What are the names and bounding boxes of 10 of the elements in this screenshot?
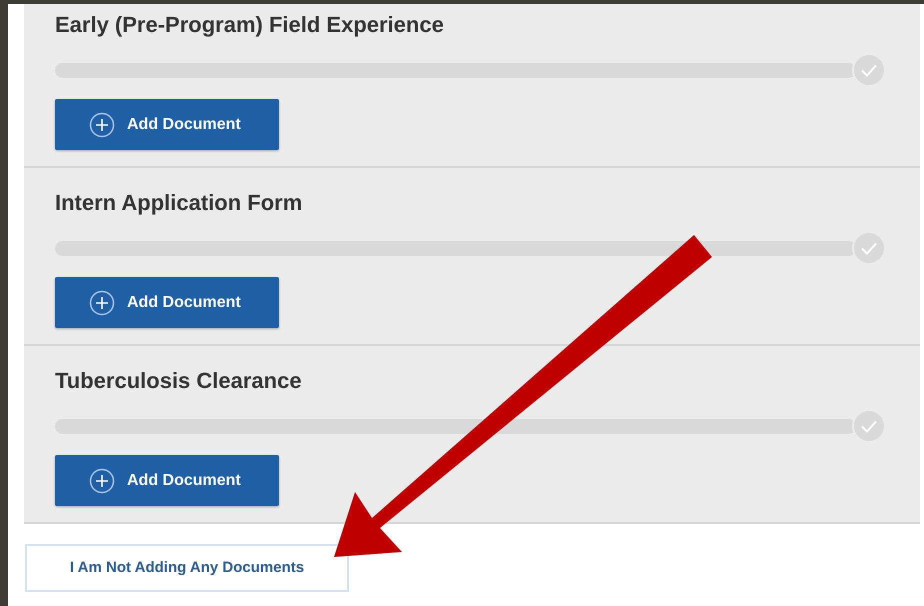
section-title: Intern Application Form — [55, 189, 304, 217]
plus-icon — [89, 468, 115, 494]
add-document-button[interactable]: Add Document — [55, 455, 279, 506]
not-adding-documents-button[interactable]: I Am Not Adding Any Documents — [25, 544, 349, 592]
add-document-button[interactable]: Add Document — [55, 277, 279, 328]
add-document-button[interactable]: Add Document — [55, 99, 279, 150]
section-title: Early (Pre-Program) Field Experience — [55, 11, 445, 39]
plus-icon — [89, 290, 115, 316]
plus-icon — [89, 112, 115, 138]
section-title: Tuberculosis Clearance — [55, 367, 303, 395]
